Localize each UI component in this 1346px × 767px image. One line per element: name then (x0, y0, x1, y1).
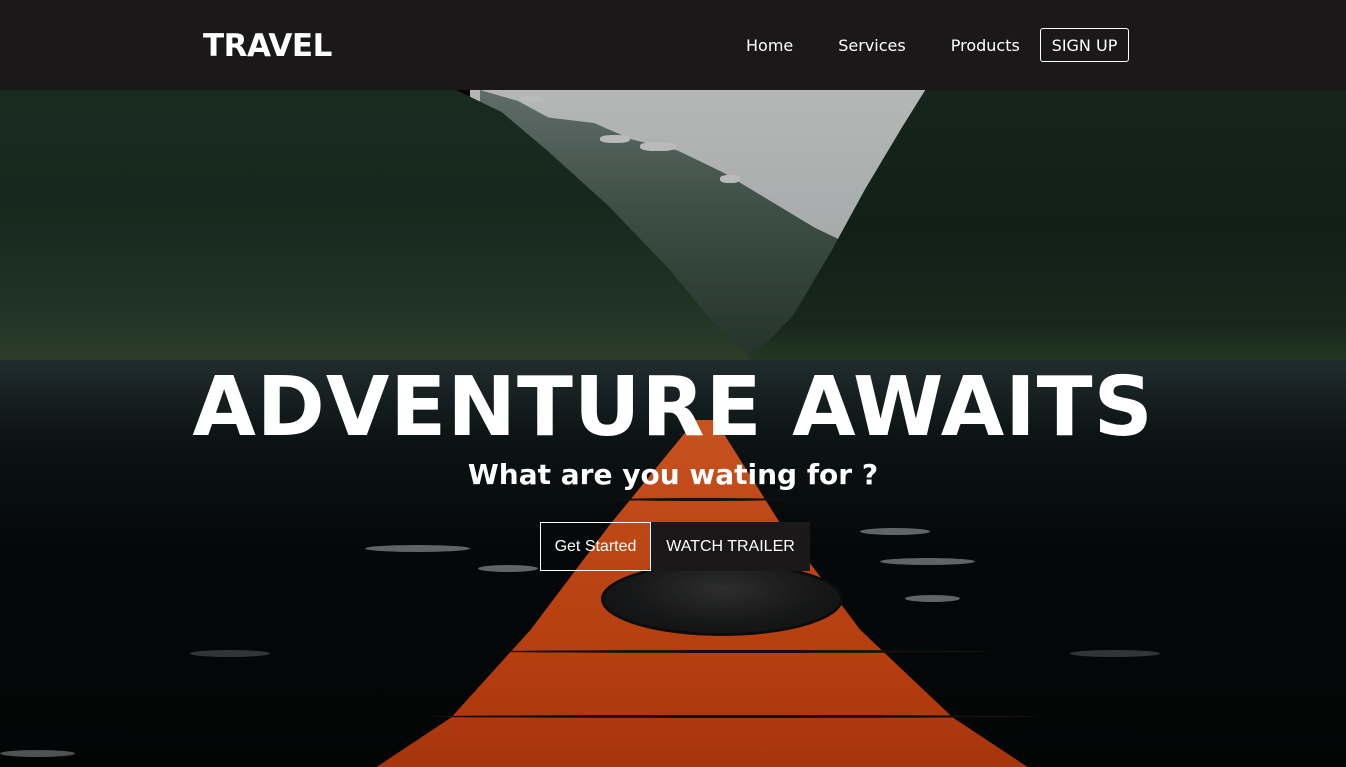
nav-link-services[interactable]: Services (822, 36, 921, 55)
sign-up-button[interactable]: SIGN UP (1040, 28, 1129, 62)
watch-trailer-button[interactable]: WATCH TRAILER (651, 522, 810, 571)
nav-links: Home Services Products (730, 28, 1049, 62)
hero-title: ADVENTURE AWAITS (192, 360, 1154, 455)
nav-link-home[interactable]: Home (730, 36, 809, 55)
brand-logo[interactable]: TRAVEL (203, 27, 332, 65)
hero-subtitle: What are you wating for ? (467, 458, 879, 491)
get-started-button[interactable]: Get Started (540, 522, 651, 571)
top-navbar: TRAVEL Home Services Products SIGN UP (0, 0, 1346, 90)
hero-cta-group: Get Started WATCH TRAILER (540, 522, 810, 571)
nav-link-products[interactable]: Products (935, 36, 1036, 55)
